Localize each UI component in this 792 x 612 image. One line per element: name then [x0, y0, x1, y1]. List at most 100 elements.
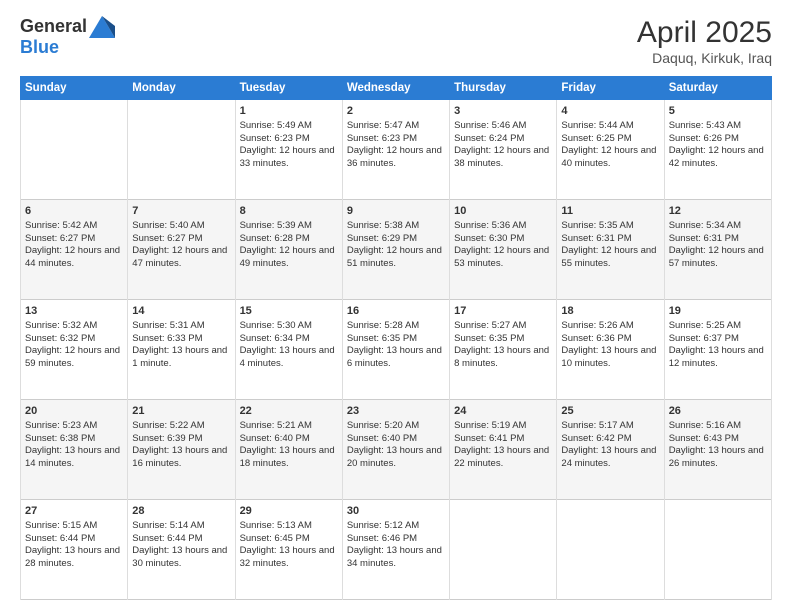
logo: General Blue	[20, 16, 115, 58]
sunrise-text: Sunrise: 5:31 AM	[132, 320, 230, 333]
day-number: 22	[240, 404, 338, 419]
cell-w3-d5: 25Sunrise: 5:17 AMSunset: 6:42 PMDayligh…	[557, 400, 664, 500]
col-thursday: Thursday	[450, 77, 557, 100]
sunrise-text: Sunrise: 5:15 AM	[25, 520, 123, 533]
daylight-text: Daylight: 12 hours and 53 minutes.	[454, 245, 552, 271]
day-number: 19	[669, 304, 767, 319]
title-block: April 2025 Daquq, Kirkuk, Iraq	[637, 16, 772, 66]
sunset-text: Sunset: 6:38 PM	[25, 433, 123, 446]
daylight-text: Daylight: 13 hours and 10 minutes.	[561, 345, 659, 371]
daylight-text: Daylight: 12 hours and 59 minutes.	[25, 345, 123, 371]
sunrise-text: Sunrise: 5:42 AM	[25, 220, 123, 233]
col-sunday: Sunday	[21, 77, 128, 100]
daylight-text: Daylight: 12 hours and 42 minutes.	[669, 145, 767, 171]
cell-w2-d6: 19Sunrise: 5:25 AMSunset: 6:37 PMDayligh…	[664, 300, 771, 400]
cell-w1-d1: 7Sunrise: 5:40 AMSunset: 6:27 PMDaylight…	[128, 200, 235, 300]
sunrise-text: Sunrise: 5:14 AM	[132, 520, 230, 533]
day-number: 24	[454, 404, 552, 419]
sunset-text: Sunset: 6:32 PM	[25, 333, 123, 346]
day-number: 23	[347, 404, 445, 419]
week-row-2: 13Sunrise: 5:32 AMSunset: 6:32 PMDayligh…	[21, 300, 772, 400]
day-number: 9	[347, 204, 445, 219]
sunset-text: Sunset: 6:46 PM	[347, 533, 445, 546]
cell-w2-d4: 17Sunrise: 5:27 AMSunset: 6:35 PMDayligh…	[450, 300, 557, 400]
col-wednesday: Wednesday	[342, 77, 449, 100]
sunrise-text: Sunrise: 5:47 AM	[347, 120, 445, 133]
sunset-text: Sunset: 6:31 PM	[669, 233, 767, 246]
day-number: 4	[561, 104, 659, 119]
daylight-text: Daylight: 12 hours and 51 minutes.	[347, 245, 445, 271]
sunrise-text: Sunrise: 5:19 AM	[454, 420, 552, 433]
daylight-text: Daylight: 12 hours and 38 minutes.	[454, 145, 552, 171]
daylight-text: Daylight: 12 hours and 49 minutes.	[240, 245, 338, 271]
sunset-text: Sunset: 6:31 PM	[561, 233, 659, 246]
daylight-text: Daylight: 13 hours and 18 minutes.	[240, 445, 338, 471]
week-row-1: 6Sunrise: 5:42 AMSunset: 6:27 PMDaylight…	[21, 200, 772, 300]
header-row: Sunday Monday Tuesday Wednesday Thursday…	[21, 77, 772, 100]
day-number: 29	[240, 504, 338, 519]
day-number: 3	[454, 104, 552, 119]
daylight-text: Daylight: 13 hours and 8 minutes.	[454, 345, 552, 371]
cell-w1-d2: 8Sunrise: 5:39 AMSunset: 6:28 PMDaylight…	[235, 200, 342, 300]
cell-w2-d2: 15Sunrise: 5:30 AMSunset: 6:34 PMDayligh…	[235, 300, 342, 400]
week-row-0: 1Sunrise: 5:49 AMSunset: 6:23 PMDaylight…	[21, 100, 772, 200]
logo-blue: Blue	[20, 38, 115, 58]
sunrise-text: Sunrise: 5:44 AM	[561, 120, 659, 133]
daylight-text: Daylight: 13 hours and 12 minutes.	[669, 345, 767, 371]
cell-w3-d1: 21Sunrise: 5:22 AMSunset: 6:39 PMDayligh…	[128, 400, 235, 500]
sunset-text: Sunset: 6:43 PM	[669, 433, 767, 446]
cell-w4-d3: 30Sunrise: 5:12 AMSunset: 6:46 PMDayligh…	[342, 500, 449, 600]
sunset-text: Sunset: 6:27 PM	[132, 233, 230, 246]
sunrise-text: Sunrise: 5:35 AM	[561, 220, 659, 233]
cell-w1-d5: 11Sunrise: 5:35 AMSunset: 6:31 PMDayligh…	[557, 200, 664, 300]
calendar-title: April 2025	[637, 16, 772, 50]
day-number: 17	[454, 304, 552, 319]
cell-w4-d1: 28Sunrise: 5:14 AMSunset: 6:44 PMDayligh…	[128, 500, 235, 600]
daylight-text: Daylight: 12 hours and 55 minutes.	[561, 245, 659, 271]
sunset-text: Sunset: 6:24 PM	[454, 133, 552, 146]
col-saturday: Saturday	[664, 77, 771, 100]
sunset-text: Sunset: 6:36 PM	[561, 333, 659, 346]
cell-w3-d6: 26Sunrise: 5:16 AMSunset: 6:43 PMDayligh…	[664, 400, 771, 500]
daylight-text: Daylight: 13 hours and 6 minutes.	[347, 345, 445, 371]
cell-w0-d0	[21, 100, 128, 200]
sunset-text: Sunset: 6:25 PM	[561, 133, 659, 146]
calendar-subtitle: Daquq, Kirkuk, Iraq	[637, 50, 772, 66]
sunrise-text: Sunrise: 5:40 AM	[132, 220, 230, 233]
day-number: 20	[25, 404, 123, 419]
daylight-text: Daylight: 12 hours and 57 minutes.	[669, 245, 767, 271]
daylight-text: Daylight: 13 hours and 4 minutes.	[240, 345, 338, 371]
daylight-text: Daylight: 13 hours and 26 minutes.	[669, 445, 767, 471]
col-tuesday: Tuesday	[235, 77, 342, 100]
cell-w1-d3: 9Sunrise: 5:38 AMSunset: 6:29 PMDaylight…	[342, 200, 449, 300]
day-number: 11	[561, 204, 659, 219]
cell-w0-d6: 5Sunrise: 5:43 AMSunset: 6:26 PMDaylight…	[664, 100, 771, 200]
day-number: 8	[240, 204, 338, 219]
day-number: 5	[669, 104, 767, 119]
sunset-text: Sunset: 6:33 PM	[132, 333, 230, 346]
daylight-text: Daylight: 12 hours and 40 minutes.	[561, 145, 659, 171]
sunset-text: Sunset: 6:35 PM	[347, 333, 445, 346]
header: General Blue April 2025 Daquq, Kirkuk, I…	[20, 16, 772, 66]
sunset-text: Sunset: 6:44 PM	[132, 533, 230, 546]
sunset-text: Sunset: 6:29 PM	[347, 233, 445, 246]
day-number: 2	[347, 104, 445, 119]
page: General Blue April 2025 Daquq, Kirkuk, I…	[0, 0, 792, 612]
day-number: 16	[347, 304, 445, 319]
cell-w0-d3: 2Sunrise: 5:47 AMSunset: 6:23 PMDaylight…	[342, 100, 449, 200]
day-number: 1	[240, 104, 338, 119]
sunrise-text: Sunrise: 5:22 AM	[132, 420, 230, 433]
sunrise-text: Sunrise: 5:17 AM	[561, 420, 659, 433]
daylight-text: Daylight: 13 hours and 20 minutes.	[347, 445, 445, 471]
cell-w2-d1: 14Sunrise: 5:31 AMSunset: 6:33 PMDayligh…	[128, 300, 235, 400]
sunset-text: Sunset: 6:40 PM	[240, 433, 338, 446]
daylight-text: Daylight: 13 hours and 1 minute.	[132, 345, 230, 371]
cell-w2-d5: 18Sunrise: 5:26 AMSunset: 6:36 PMDayligh…	[557, 300, 664, 400]
sunset-text: Sunset: 6:35 PM	[454, 333, 552, 346]
cell-w0-d5: 4Sunrise: 5:44 AMSunset: 6:25 PMDaylight…	[557, 100, 664, 200]
daylight-text: Daylight: 13 hours and 28 minutes.	[25, 545, 123, 571]
sunset-text: Sunset: 6:23 PM	[347, 133, 445, 146]
cell-w0-d1	[128, 100, 235, 200]
sunset-text: Sunset: 6:41 PM	[454, 433, 552, 446]
sunrise-text: Sunrise: 5:16 AM	[669, 420, 767, 433]
